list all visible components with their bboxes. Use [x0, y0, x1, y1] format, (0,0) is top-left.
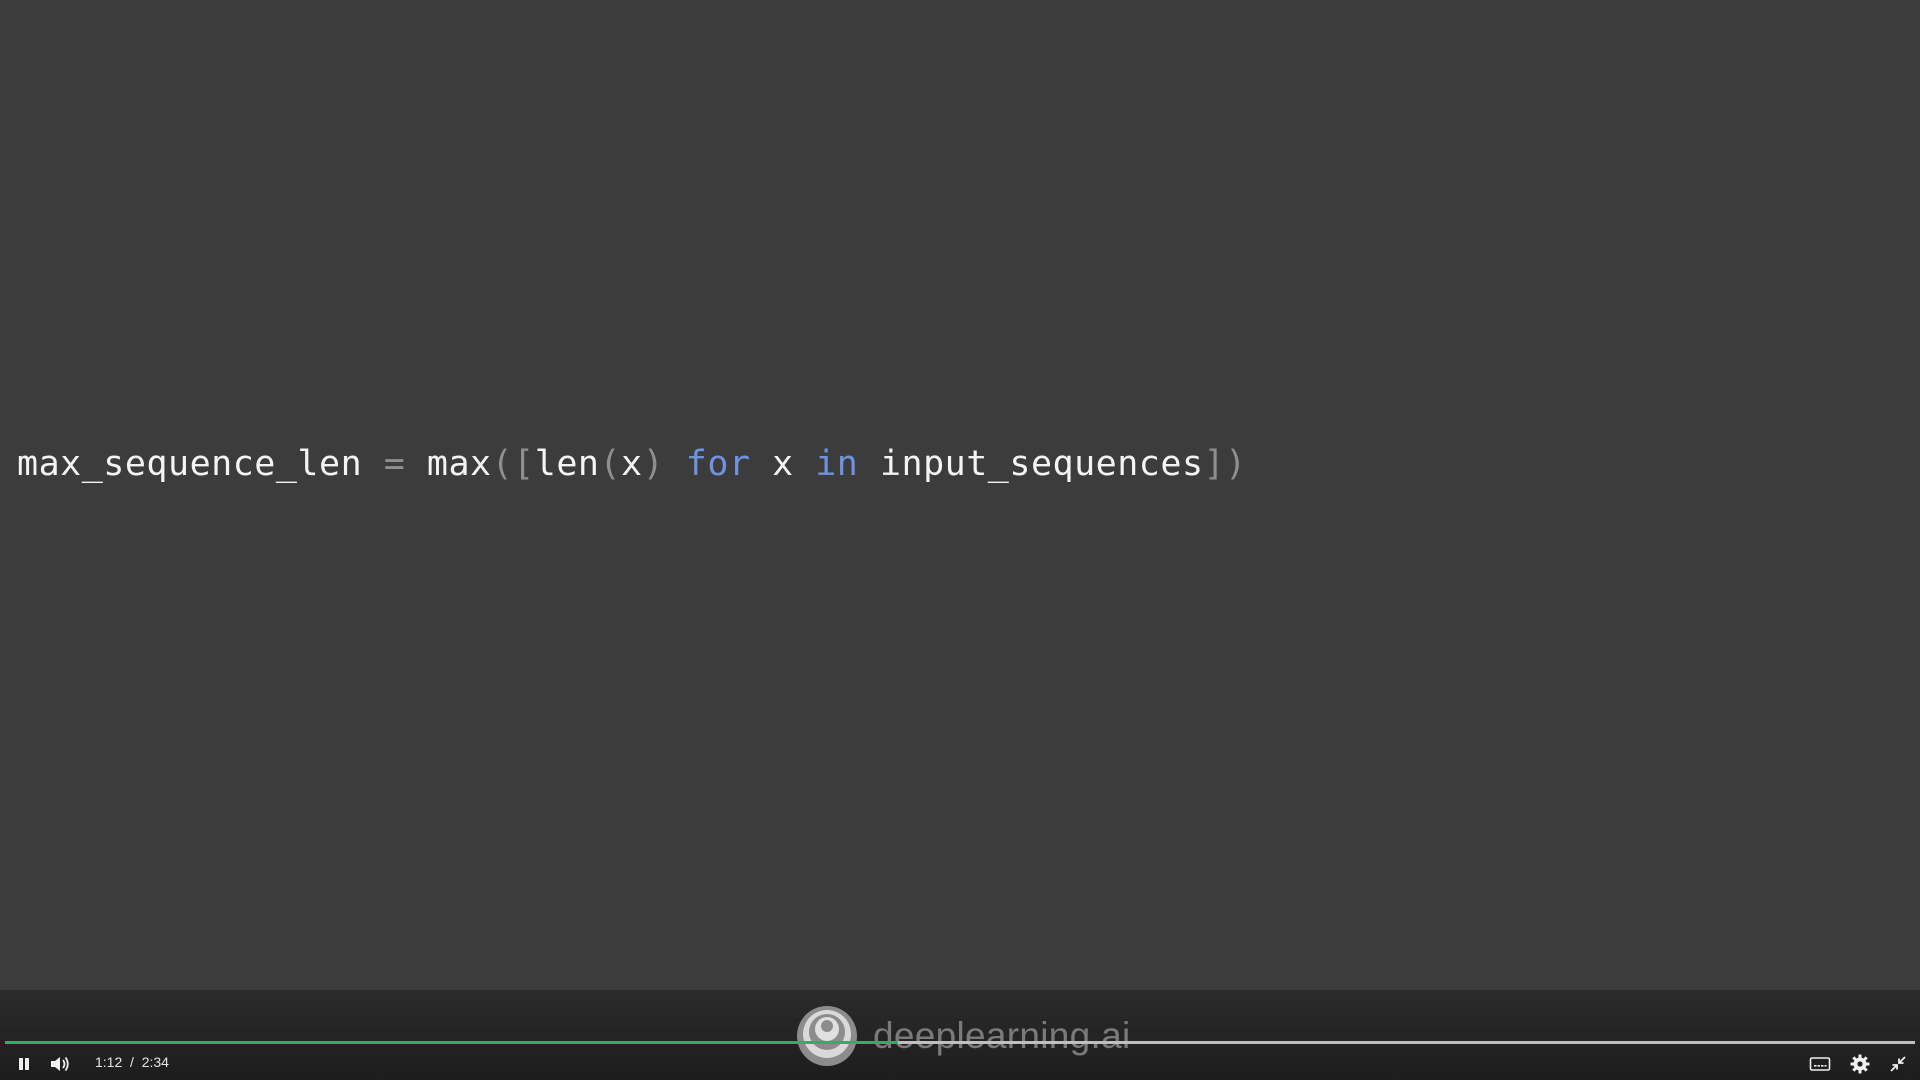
volume-button[interactable]	[46, 1052, 74, 1076]
gear-icon	[1850, 1054, 1870, 1074]
progress-bar-fill	[5, 1041, 898, 1044]
code-token-punct: )	[642, 444, 686, 484]
play-pause-button[interactable]	[12, 1052, 36, 1076]
code-token-punct: (	[599, 444, 622, 484]
captions-button[interactable]	[1806, 1052, 1834, 1076]
pause-icon	[19, 1058, 29, 1070]
duration: 2:34	[141, 1054, 169, 1070]
code-token-punct: ([	[491, 444, 535, 484]
time-display: 1:12 / 2:34	[95, 1054, 169, 1070]
code-token-ident: x	[621, 444, 643, 484]
code-token-punct: =	[362, 444, 427, 484]
code-line: max_sequence_len = max([len(x) for x in …	[17, 444, 1247, 484]
video-frame[interactable]: max_sequence_len = max([len(x) for x in …	[0, 0, 1920, 990]
current-time: 1:12	[95, 1054, 123, 1070]
code-token-ident: input_sequences	[858, 444, 1204, 484]
player-controls: 1:12 / 2:34	[0, 1048, 1920, 1080]
code-token-kw: for	[685, 444, 751, 484]
code-token-ident: max_sequence_len	[17, 444, 363, 484]
video-player[interactable]: max_sequence_len = max([len(x) for x in …	[0, 0, 1920, 1080]
exit-fullscreen-button[interactable]	[1884, 1052, 1912, 1076]
code-token-ident: x	[750, 444, 816, 484]
code-token-kw: in	[815, 444, 859, 484]
code-token-ident: max	[426, 444, 492, 484]
settings-button[interactable]	[1846, 1052, 1874, 1076]
progress-bar[interactable]	[5, 1041, 1915, 1044]
time-separator: /	[130, 1054, 134, 1070]
volume-icon	[51, 1056, 69, 1072]
code-token-ident: len	[534, 444, 600, 484]
exit-fullscreen-icon	[1890, 1056, 1906, 1072]
captions-icon	[1809, 1057, 1831, 1071]
code-token-punct: ])	[1203, 444, 1247, 484]
